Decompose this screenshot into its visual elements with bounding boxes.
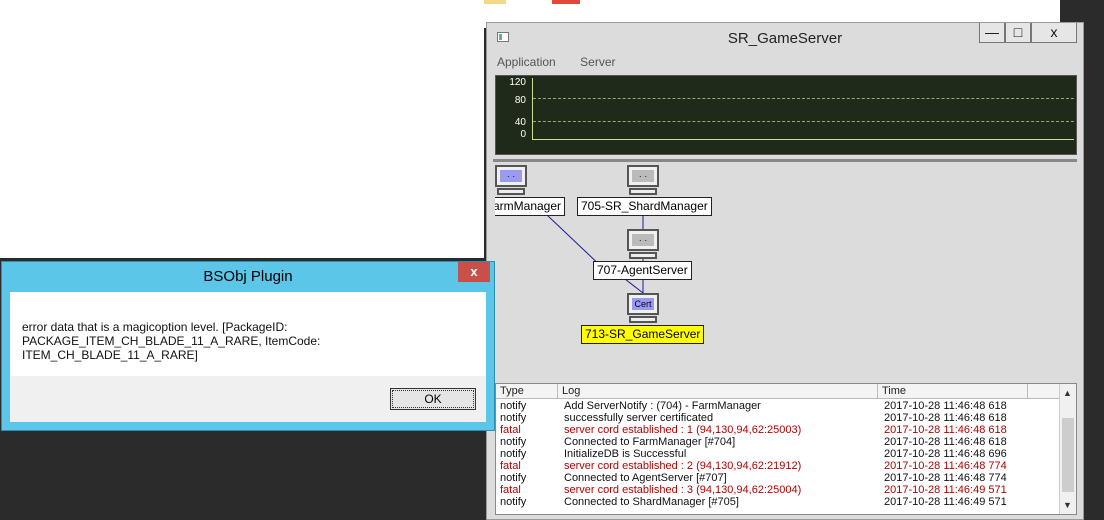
minimize-button[interactable]: — xyxy=(979,23,1005,43)
node-label: 705-SR_ShardManager xyxy=(577,197,712,216)
y-tick: 80 xyxy=(514,95,526,106)
log-cell-log: server cord established : 3 (94,130,94,6… xyxy=(564,484,802,496)
log-cell-log: InitializeDB is Successful xyxy=(564,448,687,460)
pc-cert-icon: Cert xyxy=(627,293,659,323)
message-line: PACKAGE_ITEM_CH_BLADE_11_A_RARE, ItemCod… xyxy=(22,334,321,362)
bsobj-dialog: BSObj Plugin x error data that is a magi… xyxy=(1,261,495,431)
scroll-thumb[interactable] xyxy=(1062,418,1074,492)
log-cell-type: notify xyxy=(500,496,527,508)
menu-bar: Application Server xyxy=(493,53,632,73)
log-row[interactable]: fatal server cord established : 1 (94,130… xyxy=(496,424,1060,436)
dialog-body: error data that is a magicoption level. … xyxy=(10,292,486,376)
scroll-up-icon[interactable]: ▲ xyxy=(1060,386,1075,400)
log-cell-type: notify xyxy=(500,436,527,448)
log-cell-time: 2017-10-28 11:46:48 774 xyxy=(884,472,1007,484)
log-cell-time: 2017-10-28 11:46:48 618 xyxy=(884,424,1007,436)
dialog-close-button[interactable]: x xyxy=(458,262,490,282)
node-label: 713-SR_GameServer xyxy=(581,325,705,344)
dialog-title: BSObj Plugin xyxy=(203,268,293,285)
topology-links xyxy=(546,214,644,294)
performance-graph: 120 80 40 0 xyxy=(495,75,1077,155)
log-row[interactable]: notify Connected to ShardManager [#705] 20… xyxy=(496,496,1060,508)
graph-plot-area xyxy=(532,78,1074,140)
log-cell-log: Connected to AgentServer [#707] xyxy=(564,472,727,484)
log-row[interactable]: notify Connected to FarmManager [#704] 201… xyxy=(496,436,1060,448)
log-row[interactable]: notify successfully server certificated 20… xyxy=(496,412,1060,424)
log-scrollbar[interactable]: ▲ ▼ xyxy=(1059,384,1076,514)
scroll-down-icon[interactable]: ▼ xyxy=(1060,498,1075,512)
grid-line xyxy=(533,121,1074,122)
y-tick: 0 xyxy=(520,129,526,140)
column-time[interactable]: Time xyxy=(878,384,1028,398)
menu-server[interactable]: Server xyxy=(576,53,619,71)
message-line: error data that is a magicoption level. … xyxy=(22,320,288,334)
log-cell-log: Connected to FarmManager [#704] xyxy=(564,436,736,448)
log-rows: notify Add ServerNotify : (704) - FarmMan… xyxy=(496,400,1060,508)
app-icon[interactable] xyxy=(552,0,580,4)
log-row[interactable]: notify Add ServerNotify : (704) - FarmMan… xyxy=(496,400,1060,412)
log-row[interactable]: notify InitializeDB is Successful 2017-10-… xyxy=(496,448,1060,460)
log-header: Type Log Time xyxy=(496,384,1060,399)
log-cell-log: Add ServerNotify : (704) - FarmManager xyxy=(564,400,761,412)
log-cell-log: Connected to ShardManager [#705] xyxy=(564,496,739,508)
log-row[interactable]: fatal server cord established : 2 (94,130… xyxy=(496,460,1060,472)
pane-splitter[interactable] xyxy=(493,159,1077,162)
y-tick: 120 xyxy=(509,77,526,88)
grid-line xyxy=(533,98,1074,99)
log-cell-time: 2017-10-28 11:46:49 571 xyxy=(884,496,1007,508)
log-cell-time: 2017-10-28 11:46:48 774 xyxy=(884,460,1007,472)
log-cell-log: server cord established : 2 (94,130,94,6… xyxy=(564,460,802,472)
pc-icon: · · xyxy=(627,229,659,259)
pc-icon: · · xyxy=(627,165,659,195)
y-tick: 40 xyxy=(514,117,526,128)
log-cell-time: 2017-10-28 11:46:49 571 xyxy=(884,484,1007,496)
log-list[interactable]: Type Log Time notify Add ServerNotify : (… xyxy=(495,383,1077,515)
server-topology: · · armManager · · 705-SR_ShardManager ·… xyxy=(495,163,1077,381)
log-cell-type: fatal xyxy=(500,460,521,472)
log-cell-time: 2017-10-28 11:46:48 696 xyxy=(884,448,1007,460)
log-cell-type: notify xyxy=(500,412,527,424)
dialog-footer: OK xyxy=(10,376,486,422)
log-cell-type: notify xyxy=(500,448,527,460)
title-bar[interactable]: SR_GameServer — □ x xyxy=(487,23,1083,51)
log-row[interactable]: notify Connected to AgentServer [#707] 201… xyxy=(496,472,1060,484)
maximize-button[interactable]: □ xyxy=(1005,23,1031,43)
close-button[interactable]: x xyxy=(1031,23,1077,43)
background-window xyxy=(0,0,484,258)
node-label: 707-AgentServer xyxy=(593,261,692,280)
game-server-window: SR_GameServer — □ x Application Server 1… xyxy=(486,22,1084,520)
dialog-message: error data that is a magicoption level. … xyxy=(22,320,476,362)
ok-button[interactable]: OK xyxy=(390,388,476,410)
log-cell-time: 2017-10-28 11:46:48 618 xyxy=(884,400,1007,412)
menu-application[interactable]: Application xyxy=(493,53,560,71)
log-cell-time: 2017-10-28 11:46:48 618 xyxy=(884,412,1007,424)
log-cell-time: 2017-10-28 11:46:48 618 xyxy=(884,436,1007,448)
log-cell-type: notify xyxy=(500,472,527,484)
node-label: armManager xyxy=(495,197,566,216)
log-cell-type: notify xyxy=(500,400,527,412)
pc-active-icon: · · xyxy=(495,165,527,195)
log-row[interactable]: fatal server cord established : 3 (94,130… xyxy=(496,484,1060,496)
log-cell-type: fatal xyxy=(500,484,521,496)
log-cell-log: successfully server certificated xyxy=(564,412,714,424)
log-cell-type: fatal xyxy=(500,424,521,436)
column-log[interactable]: Log xyxy=(558,384,878,398)
column-type[interactable]: Type xyxy=(496,384,558,398)
log-cell-log: server cord established : 1 (94,130,94,6… xyxy=(564,424,802,436)
